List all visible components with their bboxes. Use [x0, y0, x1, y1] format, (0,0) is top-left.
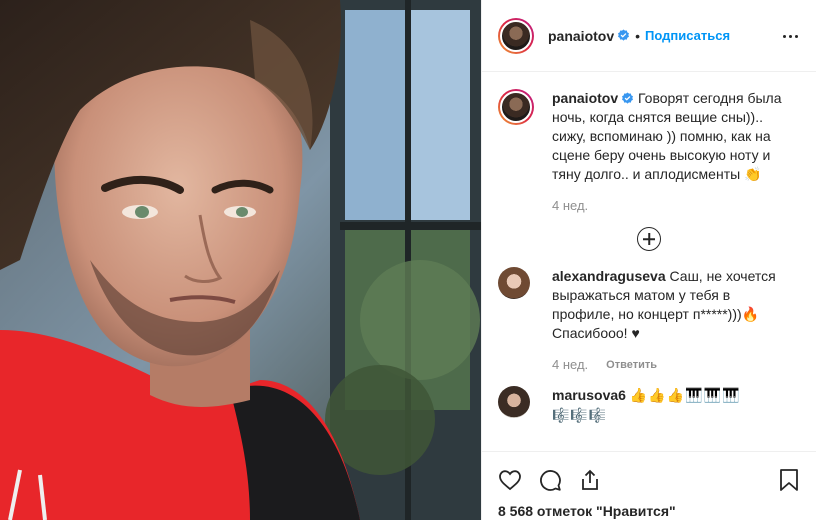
comment-time[interactable]: 4 нед.	[552, 357, 588, 372]
heart-icon[interactable]	[498, 460, 538, 500]
follow-button[interactable]: Подписаться	[645, 28, 730, 43]
verified-badge-icon	[622, 92, 634, 104]
post-header: panaiotov • Подписаться	[482, 0, 816, 72]
caption-text-block: panaiotov Говорят сегодня была ночь, ког…	[552, 89, 782, 184]
commenter-avatar[interactable]	[498, 386, 530, 418]
caption-username[interactable]: panaiotov	[552, 90, 618, 106]
load-more-comments	[498, 227, 800, 251]
caption-meta: 4 нед.	[552, 198, 800, 213]
likes-count[interactable]: 8 568 отметок "Нравится"	[498, 503, 800, 519]
post-actions: 8 568 отметок "Нравится"	[482, 451, 816, 520]
portrait-photo	[0, 0, 481, 520]
instagram-post-dialog: panaiotov • Подписаться panaiotov Говоря…	[0, 0, 816, 520]
comment-bubble-icon[interactable]	[538, 460, 578, 500]
reply-button[interactable]: Ответить	[606, 359, 657, 371]
plus-circle-icon[interactable]	[637, 227, 661, 251]
comment-meta: 4 нед. Ответить	[552, 357, 800, 372]
more-options-icon[interactable]	[780, 26, 800, 46]
comment-username[interactable]: marusova6	[552, 387, 626, 403]
comment-text-block: alexandraguseva Саш, не хочется выражать…	[552, 267, 782, 343]
caption-avatar[interactable]	[498, 89, 534, 125]
post-photo[interactable]	[0, 0, 481, 520]
header-user-info: panaiotov • Подписаться	[548, 28, 730, 44]
comment-username[interactable]: alexandraguseva	[552, 268, 666, 284]
comment-text: 👍👍👍🎹🎹🎹	[629, 388, 741, 404]
header-separator: •	[635, 27, 641, 44]
commenter-avatar[interactable]	[498, 267, 530, 299]
header-username[interactable]: panaiotov	[548, 28, 614, 44]
comments-list: panaiotov Говорят сегодня была ночь, ког…	[482, 73, 816, 451]
action-icons-row	[498, 460, 800, 500]
comment-item: alexandraguseva Саш, не хочется выражать…	[498, 267, 800, 372]
comment-text-block: marusova6 👍👍👍🎹🎹🎹 🎼🎼🎼	[552, 386, 782, 426]
caption-time[interactable]: 4 нед.	[552, 198, 588, 213]
author-avatar[interactable]	[498, 17, 534, 54]
caption-row: panaiotov Говорят сегодня была ночь, ког…	[498, 89, 800, 184]
share-icon[interactable]	[578, 460, 618, 500]
bookmark-icon[interactable]	[760, 460, 800, 500]
post-side-panel: panaiotov • Подписаться panaiotov Говоря…	[481, 0, 816, 520]
comment-item: marusova6 👍👍👍🎹🎹🎹 🎼🎼🎼	[498, 386, 800, 426]
verified-badge-icon	[618, 29, 630, 41]
comment-text-line-2: 🎼🎼🎼	[552, 408, 608, 424]
